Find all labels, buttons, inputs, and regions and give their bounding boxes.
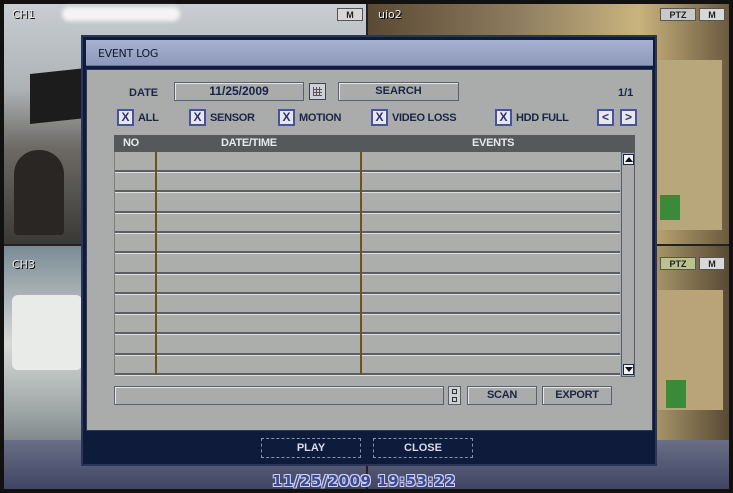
check-icon: X: [189, 109, 206, 126]
filter-label: ALL: [138, 112, 159, 124]
date-input[interactable]: 11/25/2009: [174, 82, 304, 101]
check-icon: X: [371, 109, 388, 126]
scroll-up-button[interactable]: [623, 154, 634, 165]
calendar-button[interactable]: [309, 83, 326, 100]
ch4-motion-badge: M: [699, 257, 725, 270]
header-events: EVENTS: [472, 137, 515, 149]
ch1-label: CH1: [12, 8, 35, 21]
scene-object: [660, 195, 680, 220]
play-button[interactable]: PLAY: [261, 438, 361, 458]
search-button[interactable]: SEARCH: [338, 82, 459, 101]
table-row[interactable]: [115, 193, 620, 213]
ch2-ptz-badge: PTZ: [660, 8, 696, 21]
export-path-input[interactable]: [114, 386, 444, 405]
table-row[interactable]: [115, 254, 620, 274]
table-row[interactable]: [115, 213, 620, 233]
ch4-ptz-badge: PTZ: [660, 257, 696, 270]
header-date-time: DATE/TIME: [221, 137, 277, 149]
table-header: NO DATE/TIME EVENTS: [114, 135, 635, 152]
dialog-title-bar: EVENT LOG: [86, 40, 653, 66]
calendar-icon: [313, 87, 322, 96]
event-log-dialog: EVENT LOG DATE 11/25/2009 SEARCH 1/1 X A…: [81, 35, 657, 466]
scrollbar[interactable]: [621, 152, 635, 377]
stepper-down-icon: [452, 397, 457, 402]
arrow-up-icon: [625, 157, 633, 162]
filter-label: MOTION: [299, 112, 342, 124]
stepper-up-icon: [452, 389, 457, 394]
arrow-down-icon: [625, 367, 633, 372]
scene-device: [12, 295, 82, 370]
scroll-down-button[interactable]: [623, 364, 634, 375]
filter-label: HDD FULL: [516, 112, 569, 124]
scan-button[interactable]: SCAN: [467, 386, 537, 405]
ch1-title-blurred: [62, 7, 180, 21]
header-no: NO: [123, 137, 139, 149]
osd-timestamp: 11/25/2009 19:53:22: [272, 472, 456, 490]
filter-label: SENSOR: [210, 112, 255, 124]
date-label: DATE: [129, 87, 159, 99]
table-row[interactable]: [115, 294, 620, 315]
table-row[interactable]: [115, 152, 620, 172]
table-row[interactable]: [115, 355, 620, 375]
ch2-label: uio2: [378, 8, 402, 21]
prev-page-button[interactable]: <: [597, 109, 614, 126]
table-row[interactable]: [115, 274, 620, 294]
scene-object: [666, 380, 686, 408]
column-separator: [155, 152, 157, 375]
export-button[interactable]: EXPORT: [542, 386, 612, 405]
ch1-motion-badge: M: [337, 8, 363, 21]
next-page-button[interactable]: >: [620, 109, 637, 126]
filter-label: VIDEO LOSS: [392, 112, 457, 124]
close-button[interactable]: CLOSE: [373, 438, 473, 458]
dialog-title: EVENT LOG: [98, 47, 159, 60]
column-separator: [360, 152, 362, 375]
device-stepper[interactable]: [448, 386, 461, 405]
check-icon: X: [495, 109, 512, 126]
table-body: [114, 152, 620, 375]
page-indicator: 1/1: [618, 87, 634, 99]
ch3-label: CH3: [12, 258, 35, 271]
table-row[interactable]: [115, 233, 620, 254]
scene-person: [14, 150, 64, 235]
table-row[interactable]: [115, 314, 620, 335]
check-icon: X: [117, 109, 134, 126]
event-table: NO DATE/TIME EVENTS: [114, 135, 635, 381]
table-row[interactable]: [115, 335, 620, 355]
ch2-motion-badge: M: [699, 8, 725, 21]
check-icon: X: [278, 109, 295, 126]
table-row[interactable]: [115, 172, 620, 193]
